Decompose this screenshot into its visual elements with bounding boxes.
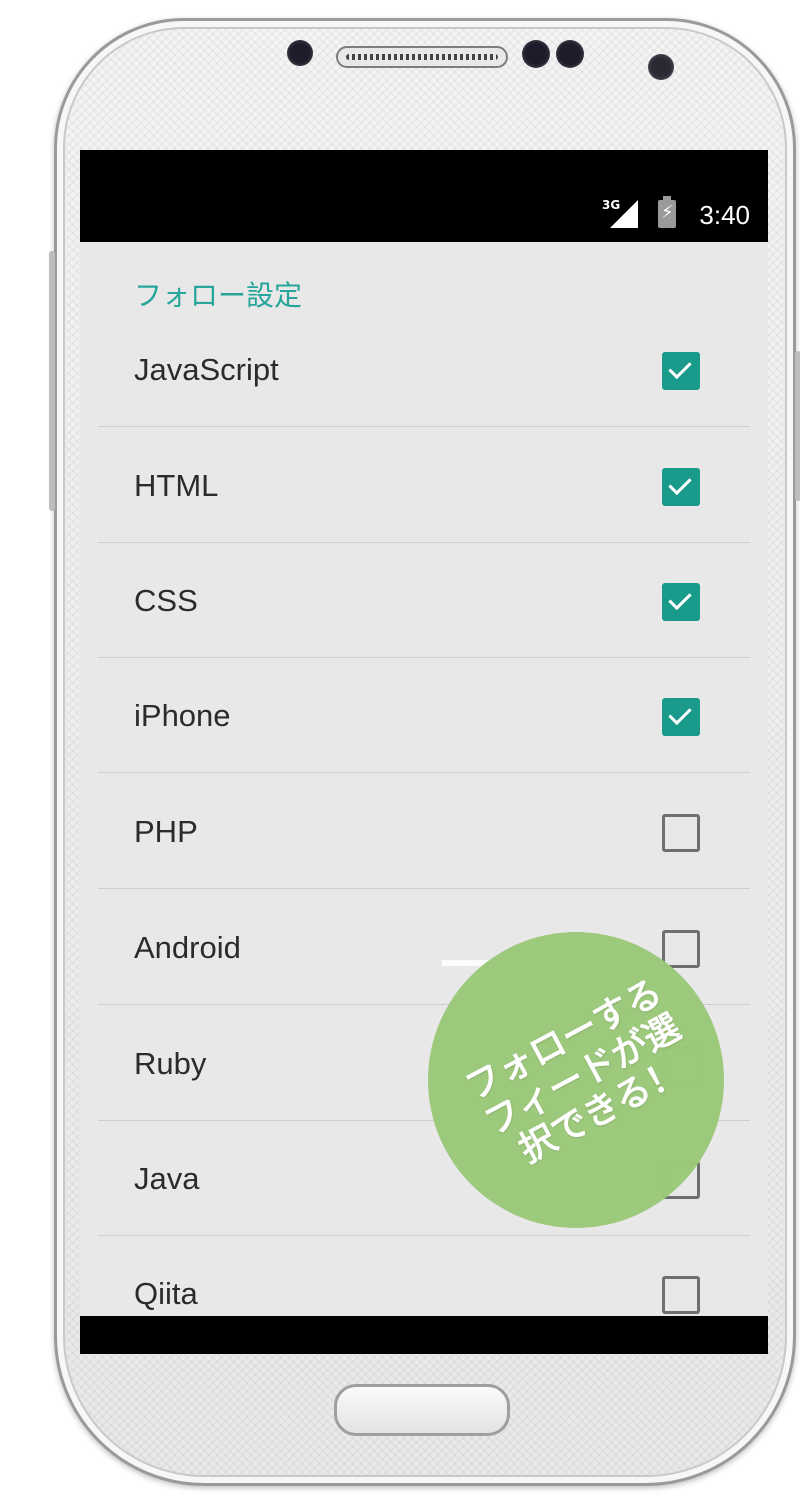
checkbox-checked[interactable] — [662, 698, 700, 736]
checkbox-checked[interactable] — [662, 583, 700, 621]
power-button — [795, 351, 800, 501]
item-label: CSS — [134, 583, 198, 618]
checkbox-checked[interactable] — [662, 352, 700, 390]
list-item[interactable]: CSS — [98, 543, 750, 658]
front-camera — [648, 54, 674, 80]
battery-icon: ⚡ — [658, 196, 676, 228]
item-label: Android — [134, 930, 241, 965]
list-item[interactable]: iPhone — [98, 658, 750, 773]
item-label: PHP — [134, 814, 198, 849]
divider — [98, 772, 750, 773]
proximity-sensor — [522, 40, 550, 68]
promo-badge: フォローする フィードが選 択できる！ — [428, 932, 724, 1228]
checkbox-unchecked[interactable] — [662, 1276, 700, 1314]
volume-button — [49, 251, 55, 511]
divider — [98, 426, 750, 427]
list-item[interactable]: PHP — [98, 774, 750, 889]
signal-icon: 3G — [602, 198, 638, 228]
home-button[interactable] — [334, 1384, 510, 1436]
item-label: Java — [134, 1161, 200, 1196]
front-sensor — [287, 40, 313, 66]
list-item[interactable]: HTML — [98, 428, 750, 543]
checkbox-unchecked[interactable] — [662, 930, 700, 968]
checkbox-checked[interactable] — [662, 468, 700, 506]
item-label: iPhone — [134, 698, 231, 733]
navigation-bar — [80, 1316, 768, 1354]
item-label: JavaScript — [134, 352, 279, 387]
section-title: フォロー設定 — [134, 279, 303, 312]
item-label: HTML — [134, 468, 219, 503]
item-label: Qiita — [134, 1276, 198, 1311]
list-item[interactable]: JavaScript — [98, 312, 750, 427]
light-sensor — [556, 40, 584, 68]
list-item[interactable]: Qiita — [98, 1236, 750, 1316]
divider — [98, 888, 750, 889]
earpiece-speaker — [336, 46, 508, 68]
promo-badge-text: フォローする フィードが選 択できる！ — [453, 969, 712, 1183]
status-bar: 3G ⚡ 3:40 — [80, 150, 768, 242]
network-type: 3G — [602, 198, 621, 212]
item-label: Ruby — [134, 1046, 207, 1081]
checkbox-unchecked[interactable] — [662, 814, 700, 852]
clock: 3:40 — [699, 200, 750, 230]
